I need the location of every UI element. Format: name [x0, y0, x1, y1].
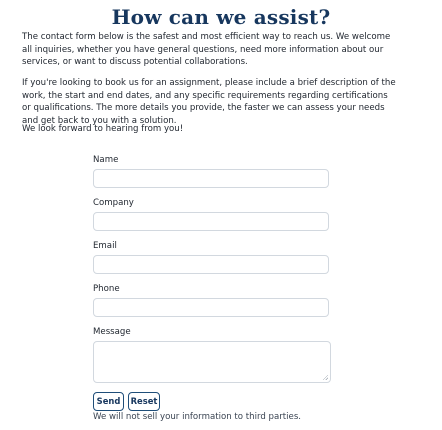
intro-paragraph-2: If you're looking to book us for an assi…	[22, 78, 396, 126]
company-label: Company	[93, 198, 134, 208]
intro-paragraph-3: We look forward to hearing from you!	[22, 124, 184, 134]
email-label: Email	[93, 241, 117, 251]
reset-button[interactable]: Reset	[128, 392, 160, 411]
name-label: Name	[93, 155, 119, 165]
message-label: Message	[93, 327, 131, 337]
privacy-note: We will not sell your information to thi…	[93, 412, 302, 422]
contact-page: How can we assist? The contact form belo…	[0, 0, 442, 430]
name-input[interactable]	[93, 169, 329, 188]
company-input[interactable]	[93, 212, 329, 231]
page-title: How can we assist?	[111, 5, 331, 29]
resize-handle-icon[interactable]	[322, 374, 328, 380]
phone-input[interactable]	[93, 298, 329, 317]
send-button[interactable]: Send	[93, 392, 124, 411]
phone-label: Phone	[93, 284, 120, 294]
email-input[interactable]	[93, 255, 329, 274]
intro-paragraph-1: The contact form below is the safest and…	[22, 32, 391, 68]
message-textarea[interactable]	[93, 341, 331, 383]
